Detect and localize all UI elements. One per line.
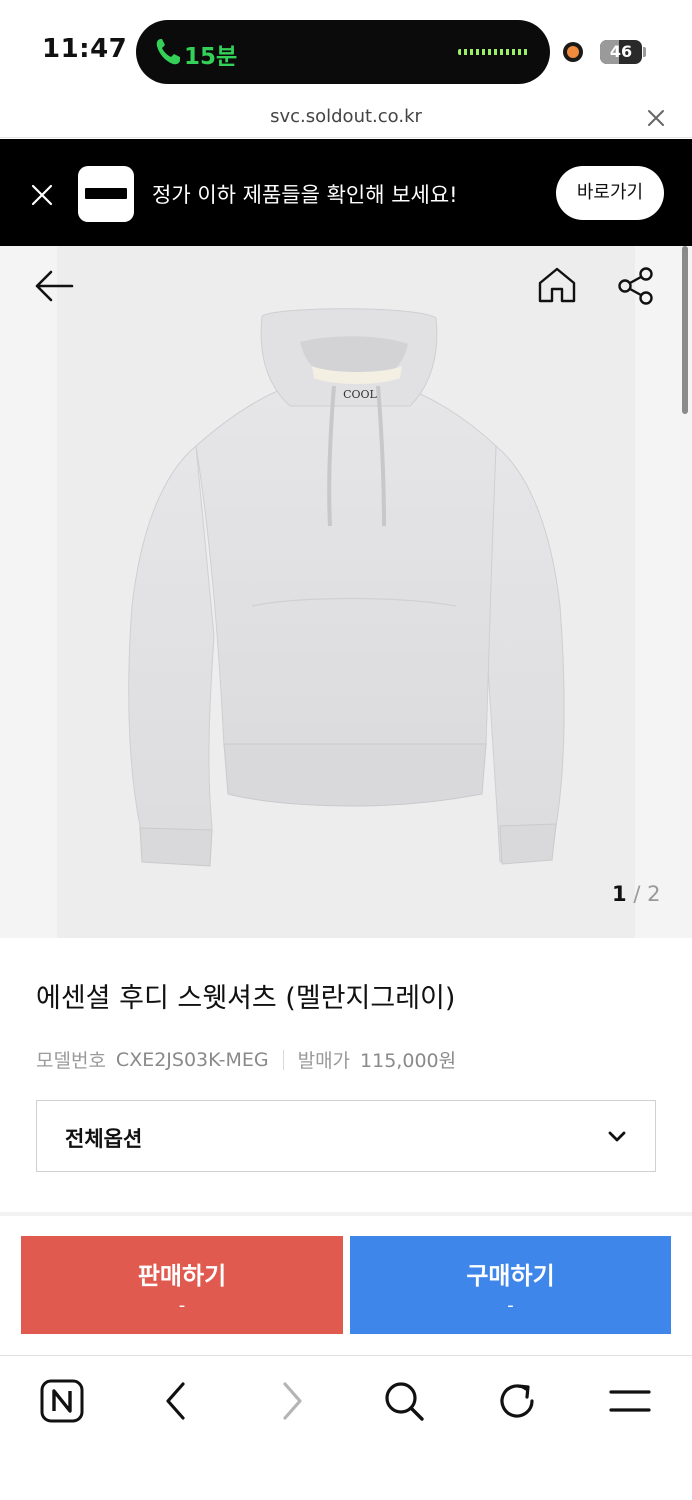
browser-forward-icon[interactable] <box>268 1378 314 1424</box>
scrollbar[interactable] <box>682 246 688 414</box>
app-logo-icon <box>78 166 134 222</box>
call-duration: 15분 <box>184 44 238 70</box>
browser-back-icon[interactable] <box>154 1378 200 1424</box>
refresh-icon[interactable] <box>494 1378 540 1424</box>
image-total: 2 <box>647 882 661 906</box>
chevron-down-icon <box>608 1131 626 1142</box>
product-image-carousel[interactable]: COOL 1 / 2 <box>0 246 692 938</box>
image-current: 1 <box>612 882 627 906</box>
promo-banner: 정가 이하 제품들을 확인해 보세요! 바로가기 <box>0 139 692 246</box>
release-price: 115,000원 <box>360 1050 457 1072</box>
price-label: 발매가 <box>297 1050 351 1072</box>
naver-icon[interactable] <box>39 1378 85 1424</box>
model-label: 모델번호 <box>36 1050 106 1072</box>
buy-button-label: 구매하기 <box>466 1262 555 1290</box>
hoodie-image[interactable]: COOL <box>0 246 692 938</box>
buy-button[interactable]: 구매하기 - <box>350 1236 671 1334</box>
home-icon[interactable] <box>537 266 577 304</box>
image-separator: / <box>633 882 641 906</box>
call-icon <box>156 39 180 65</box>
recording-indicator <box>563 42 583 62</box>
banner-go-button[interactable]: 바로가기 <box>556 166 664 220</box>
buy-price: - <box>507 1295 514 1316</box>
back-arrow-icon[interactable] <box>34 268 74 304</box>
sell-button[interactable]: 판매하기 - <box>21 1236 343 1334</box>
image-counter: 1 / 2 <box>612 882 660 906</box>
product-meta: 모델번호 CXE2JS03K-MEG 발매가 115,000원 <box>36 1046 456 1073</box>
product-title: 에센셜 후디 스웻셔츠 (멜란지그레이) <box>36 983 456 1014</box>
search-icon[interactable] <box>381 1378 427 1424</box>
sell-button-label: 판매하기 <box>137 1262 227 1290</box>
close-icon[interactable] <box>30 183 54 207</box>
battery-indicator: 46 <box>600 40 642 64</box>
call-waveform <box>458 49 528 55</box>
option-selected: 전체옵션 <box>65 1127 143 1151</box>
battery-nub <box>643 47 646 57</box>
share-icon[interactable] <box>616 266 656 306</box>
status-time: 11:47 <box>42 34 128 64</box>
menu-icon[interactable] <box>607 1378 653 1424</box>
battery-percent: 46 <box>609 42 633 61</box>
model-number: CXE2JS03K-MEG <box>115 1048 269 1071</box>
url-bar[interactable]: svc.soldout.co.kr <box>0 100 692 138</box>
hoodie-logo: COOL <box>343 388 377 401</box>
action-bar: 판매하기 - 구매하기 - <box>0 1212 692 1354</box>
status-bar: 11:47 15분 46 <box>0 0 692 100</box>
close-icon[interactable] <box>646 108 666 128</box>
sell-price: - <box>178 1295 186 1316</box>
browser-toolbar <box>0 1355 692 1500</box>
option-select[interactable]: 전체옵션 <box>36 1100 656 1172</box>
dynamic-island[interactable]: 15분 <box>136 20 550 84</box>
banner-message: 정가 이하 제품들을 확인해 보세요! <box>152 183 458 207</box>
meta-divider <box>282 1049 284 1070</box>
url-text[interactable]: svc.soldout.co.kr <box>0 106 692 127</box>
